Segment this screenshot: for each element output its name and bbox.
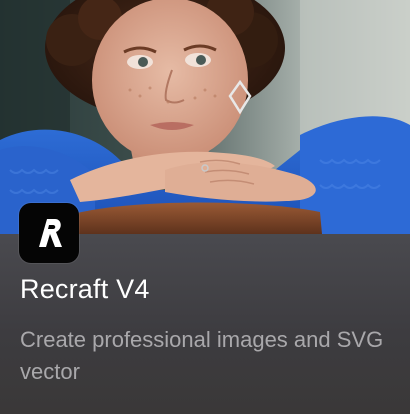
app-card[interactable]: Recraft V4 Create professional images an…: [0, 0, 410, 414]
recraft-logo-icon[interactable]: [19, 203, 79, 263]
app-description: Create professional images and SVG vecto…: [20, 327, 384, 384]
app-title: Recraft V4: [20, 274, 150, 304]
hero-image: [0, 0, 410, 234]
